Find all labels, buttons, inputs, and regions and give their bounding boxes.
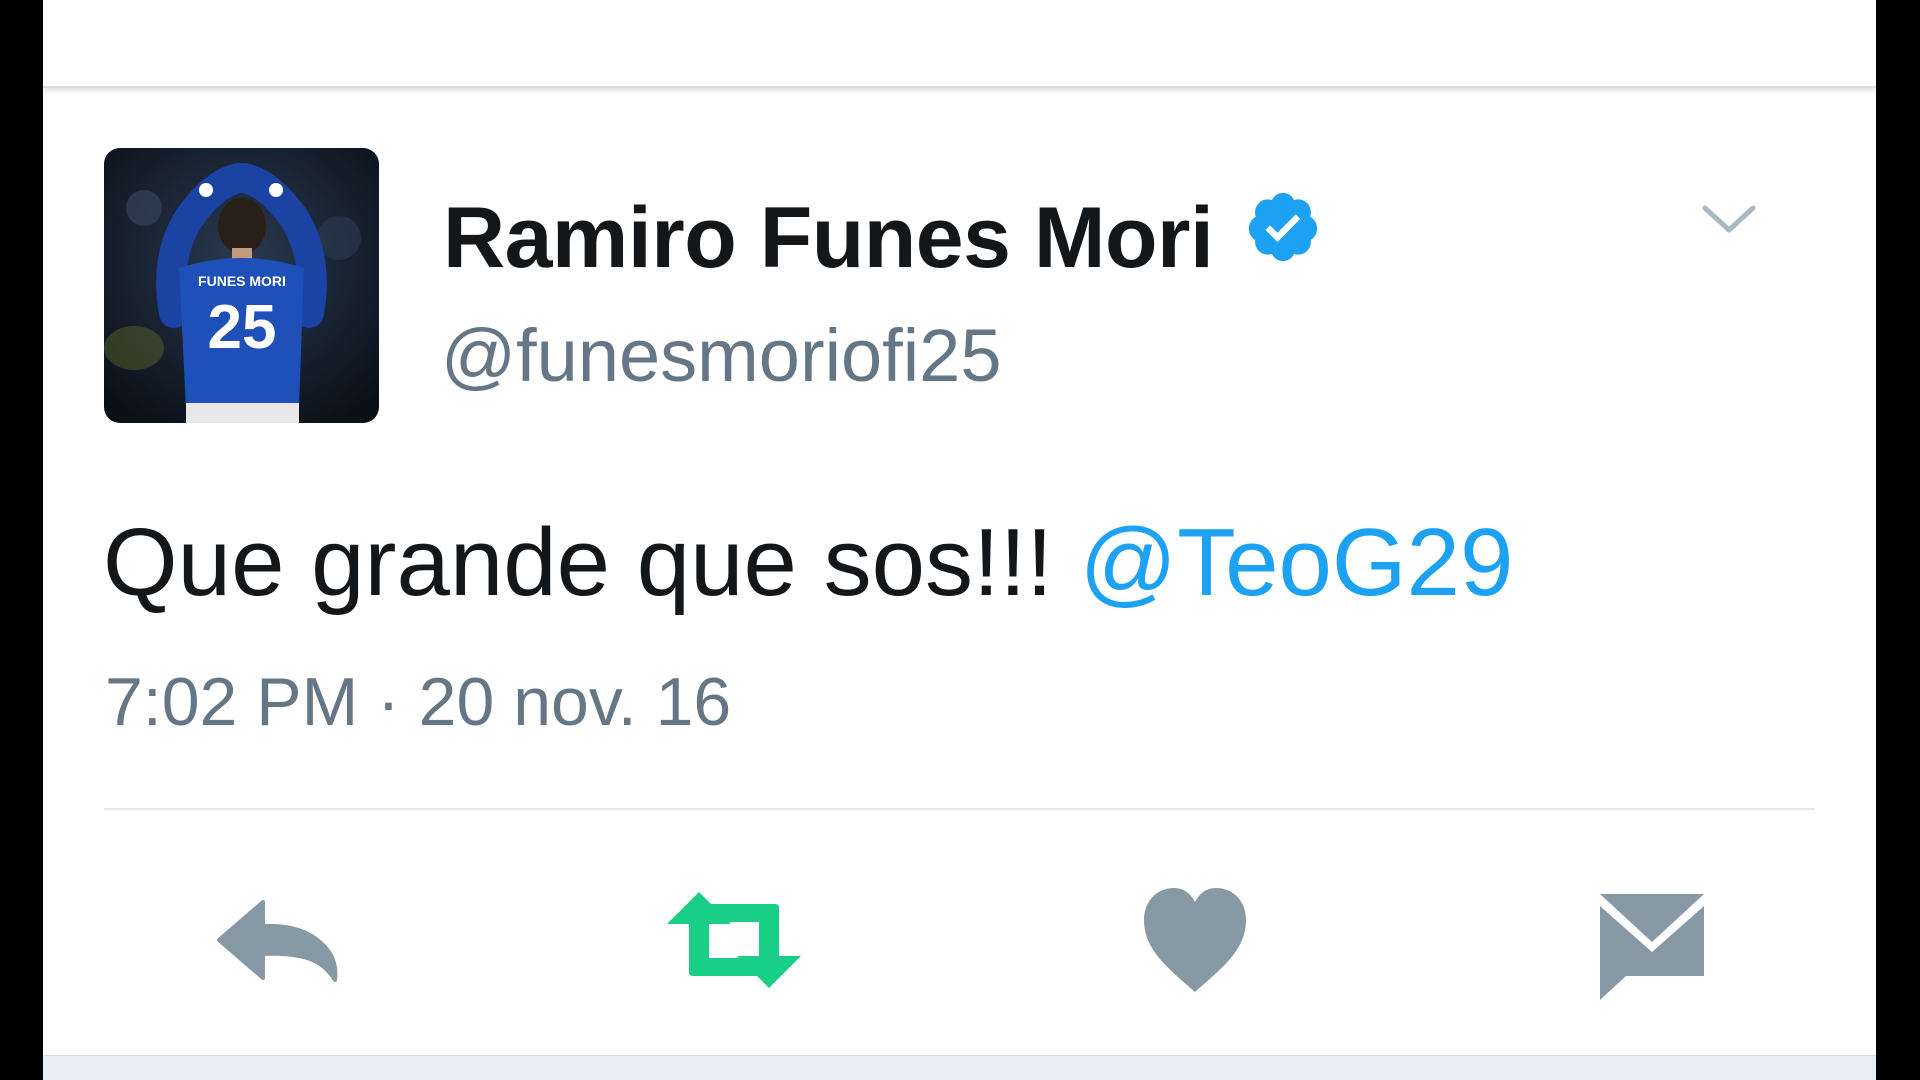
heart-icon: [1144, 888, 1246, 992]
envelope-icon: [1600, 894, 1704, 1000]
reply-icon: [217, 900, 338, 982]
like-button[interactable]: [1140, 880, 1250, 1000]
avatar-photo: FUNES MORI 25: [104, 148, 379, 423]
mention-link[interactable]: @TeoG29: [1080, 509, 1514, 616]
tweet-detail-screen: FUNES MORI 25 Ramiro Funes Mori @funesmo…: [43, 0, 1876, 1080]
tweet-text: Que grande que sos!!! @TeoG29: [103, 503, 1513, 623]
avatar-jersey-name: FUNES MORI: [198, 273, 286, 289]
author-handle[interactable]: @funesmoriofi25: [441, 311, 1002, 401]
chevron-down-icon[interactable]: [1699, 194, 1759, 244]
top-bar: [43, 0, 1876, 88]
tweet-timestamp: 7:02 PM · 20 nov. 16: [105, 664, 732, 740]
verified-badge-icon: [1244, 188, 1322, 266]
divider: [104, 808, 1815, 810]
author-display-name[interactable]: Ramiro Funes Mori: [443, 188, 1214, 288]
reply-button[interactable]: [211, 880, 341, 1000]
retweet-button[interactable]: [661, 880, 807, 1000]
direct-message-button[interactable]: [1596, 880, 1708, 1000]
bottom-strip: [43, 1055, 1876, 1080]
avatar[interactable]: FUNES MORI 25: [104, 148, 379, 423]
retweet-icon: [667, 892, 801, 988]
tweet-body: Que grande que sos!!!: [103, 509, 1080, 616]
avatar-jersey-number: 25: [208, 293, 277, 362]
